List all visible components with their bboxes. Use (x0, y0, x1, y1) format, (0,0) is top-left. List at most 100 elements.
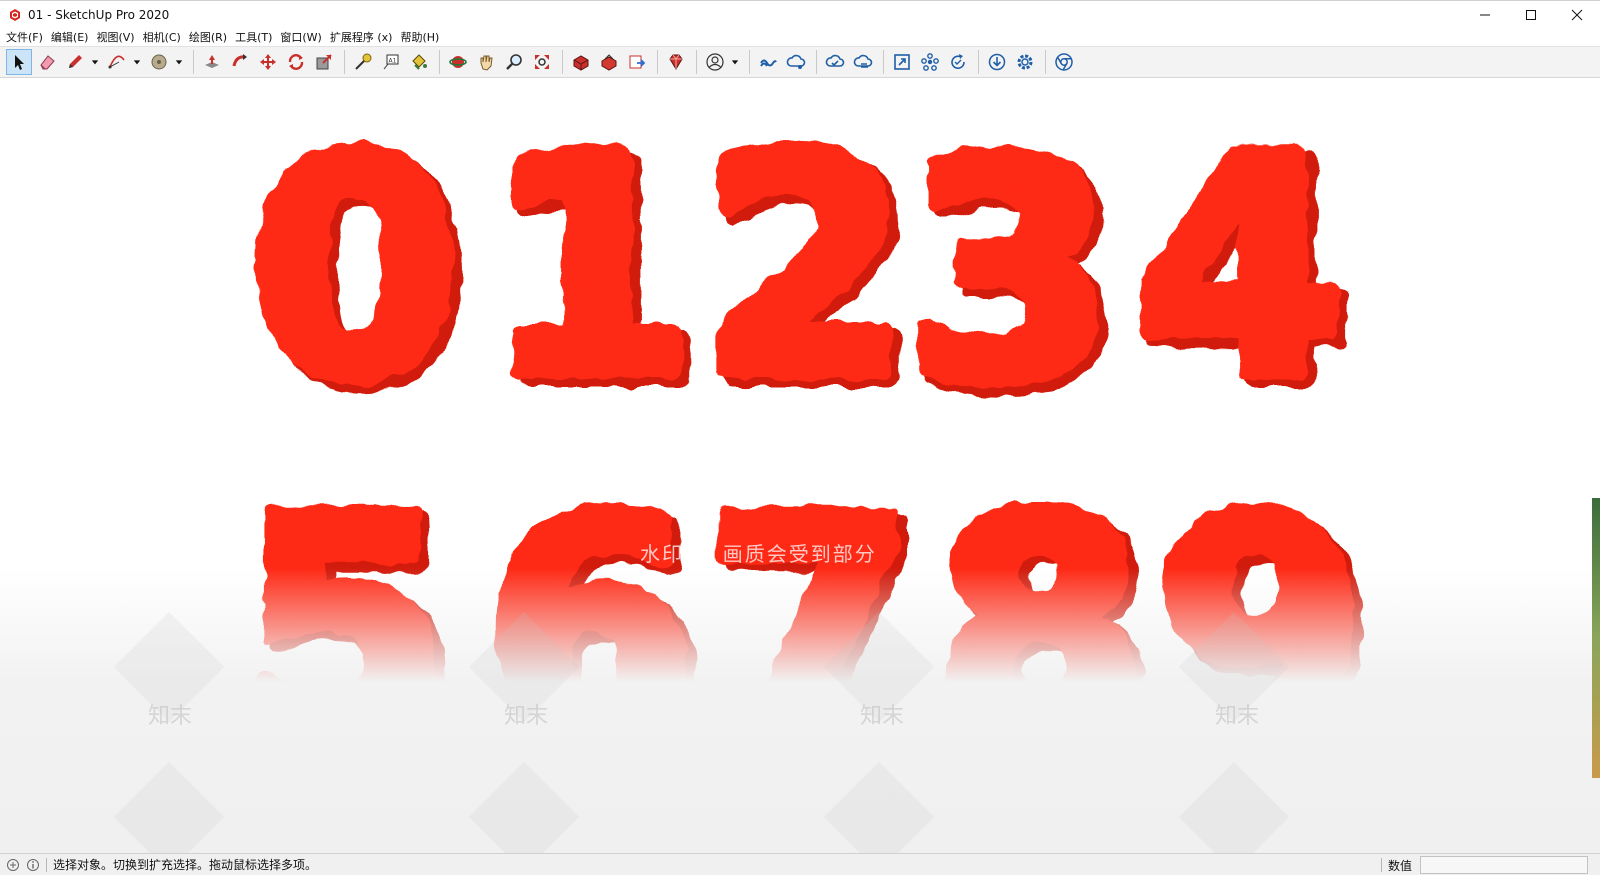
zoom-extents-tool-button[interactable] (529, 49, 555, 75)
arc-dropdown[interactable] (132, 49, 142, 75)
close-button[interactable] (1554, 1, 1600, 29)
digit-model-0[interactable]: 00 (243, 87, 477, 460)
measurements-label: 数值 (1387, 858, 1412, 873)
rotate-icon (288, 54, 304, 70)
zoom-window-button[interactable] (889, 49, 915, 75)
extension-warehouse-button[interactable] (596, 49, 622, 75)
paint-bucket-icon (412, 54, 427, 70)
svg-text:A1: A1 (389, 58, 397, 65)
paint-bucket-tool-button[interactable] (406, 49, 432, 75)
scale-tool-button[interactable] (311, 49, 337, 75)
geo-location-icon[interactable] (6, 858, 20, 872)
dropdown-arrow-icon (175, 60, 183, 65)
circle-dropdown[interactable] (174, 49, 184, 75)
move-icon (260, 54, 276, 70)
digit-face: 4 (1136, 93, 1345, 442)
tape-measure-tool-button[interactable] (350, 49, 376, 75)
minimize-button[interactable] (1462, 1, 1508, 29)
watermark-diamond (113, 761, 225, 853)
watermark-diamond (468, 761, 580, 853)
arc-icon (108, 55, 125, 69)
collaborate-button[interactable] (783, 49, 809, 75)
digit-model-1[interactable]: 11 (478, 85, 712, 458)
pencil-tool-button[interactable] (62, 49, 88, 75)
menu-draw[interactable]: 绘图(R) (187, 29, 233, 45)
scale-icon (316, 54, 332, 70)
menu-help[interactable]: 帮助(H) (398, 29, 445, 45)
select-tool-button[interactable] (6, 49, 32, 75)
rotate-tool-button[interactable] (283, 49, 309, 75)
zoom-tool-button[interactable] (501, 49, 527, 75)
account-button[interactable] (702, 49, 728, 75)
watermark-diamond (823, 761, 935, 853)
menu-tools[interactable]: 工具(T) (233, 29, 278, 45)
zoom-extents-icon (535, 55, 549, 69)
cloud-sync-icon (825, 54, 845, 67)
toolbar-separator (657, 50, 658, 74)
push-pull-tool-button[interactable] (199, 49, 225, 75)
toolbar-separator (978, 50, 979, 74)
menu-file[interactable]: 文件(F) (4, 29, 49, 45)
window-controls (1462, 1, 1600, 29)
toolbar-separator (193, 50, 194, 74)
digit-model-4[interactable]: 44 (1128, 85, 1362, 458)
text-tool-button[interactable]: A1 (378, 49, 404, 75)
arc-tool-button[interactable] (104, 49, 130, 75)
components-button[interactable] (917, 49, 943, 75)
model-viewport[interactable]: 00112233445566778899 知末 知末 知末 知末 知末 知末 知… (0, 78, 1600, 853)
measurements-input[interactable] (1420, 856, 1588, 874)
components-icon (921, 53, 939, 71)
3d-warehouse-button[interactable] (568, 49, 594, 75)
digit-face: 0 (251, 95, 460, 444)
tape-measure-icon (355, 53, 372, 70)
watermark-logo: 知末 (504, 704, 549, 729)
select-icon (15, 55, 24, 70)
eraser-tool-button[interactable] (34, 49, 60, 75)
circle-tool-button[interactable] (146, 49, 172, 75)
ruby-console-button[interactable] (663, 49, 689, 75)
account-dropdown[interactable] (730, 49, 740, 75)
settings-icon (1017, 54, 1033, 70)
extension-warehouse-icon (601, 54, 617, 71)
close-icon (1571, 9, 1583, 21)
digit-model-2[interactable]: 22 (693, 85, 927, 458)
sketchup-logo-icon (10, 8, 20, 21)
cloud-sync-button[interactable] (822, 49, 848, 75)
send-to-layout-button[interactable] (624, 49, 650, 75)
toolbar-separator (439, 50, 440, 74)
move-tool-button[interactable] (255, 49, 281, 75)
settings-button[interactable] (1012, 49, 1038, 75)
trimble-connect-button[interactable] (755, 49, 781, 75)
watermark-logo: 知末 (860, 704, 905, 729)
menu-view[interactable]: 视图(V) (94, 29, 140, 45)
dropdown-arrow-icon (731, 60, 739, 65)
menu-extensions[interactable]: 扩展程序 (x) (328, 29, 399, 45)
toolbar-separator (562, 50, 563, 74)
watermark-logo: 知末 (1215, 704, 1260, 729)
chrome-button[interactable] (1051, 49, 1077, 75)
main-toolbar: A1 (0, 46, 1600, 78)
digit-model-3[interactable]: 33 (898, 90, 1132, 463)
watermark-overlay: 知末 知末 知末 知末 知末 知末 知末 知末 (0, 568, 1600, 853)
cloud-upload-icon (853, 54, 873, 68)
trimble-connect-icon (760, 59, 777, 67)
menu-camera[interactable]: 相机(C) (141, 29, 187, 45)
watermark-text: 水印 区 画质会受到部分 (640, 542, 877, 566)
dropdown-arrow-icon (133, 60, 141, 65)
pencil-icon (69, 55, 82, 68)
ruby-icon (669, 54, 683, 70)
pencil-dropdown[interactable] (90, 49, 100, 75)
info-icon[interactable] (26, 858, 40, 872)
orbit-tool-button[interactable] (445, 49, 471, 75)
follow-me-tool-button[interactable] (227, 49, 253, 75)
eraser-icon (40, 55, 55, 70)
layout-icon (629, 55, 646, 69)
refresh-button[interactable] (945, 49, 971, 75)
menu-window[interactable]: 窗口(W) (278, 29, 327, 45)
cloud-upload-button[interactable] (850, 49, 876, 75)
pan-tool-button[interactable] (473, 49, 499, 75)
menu-edit[interactable]: 编辑(E) (49, 29, 95, 45)
maximize-button[interactable] (1508, 1, 1554, 29)
download-button[interactable] (984, 49, 1010, 75)
toolbar-separator (344, 50, 345, 74)
